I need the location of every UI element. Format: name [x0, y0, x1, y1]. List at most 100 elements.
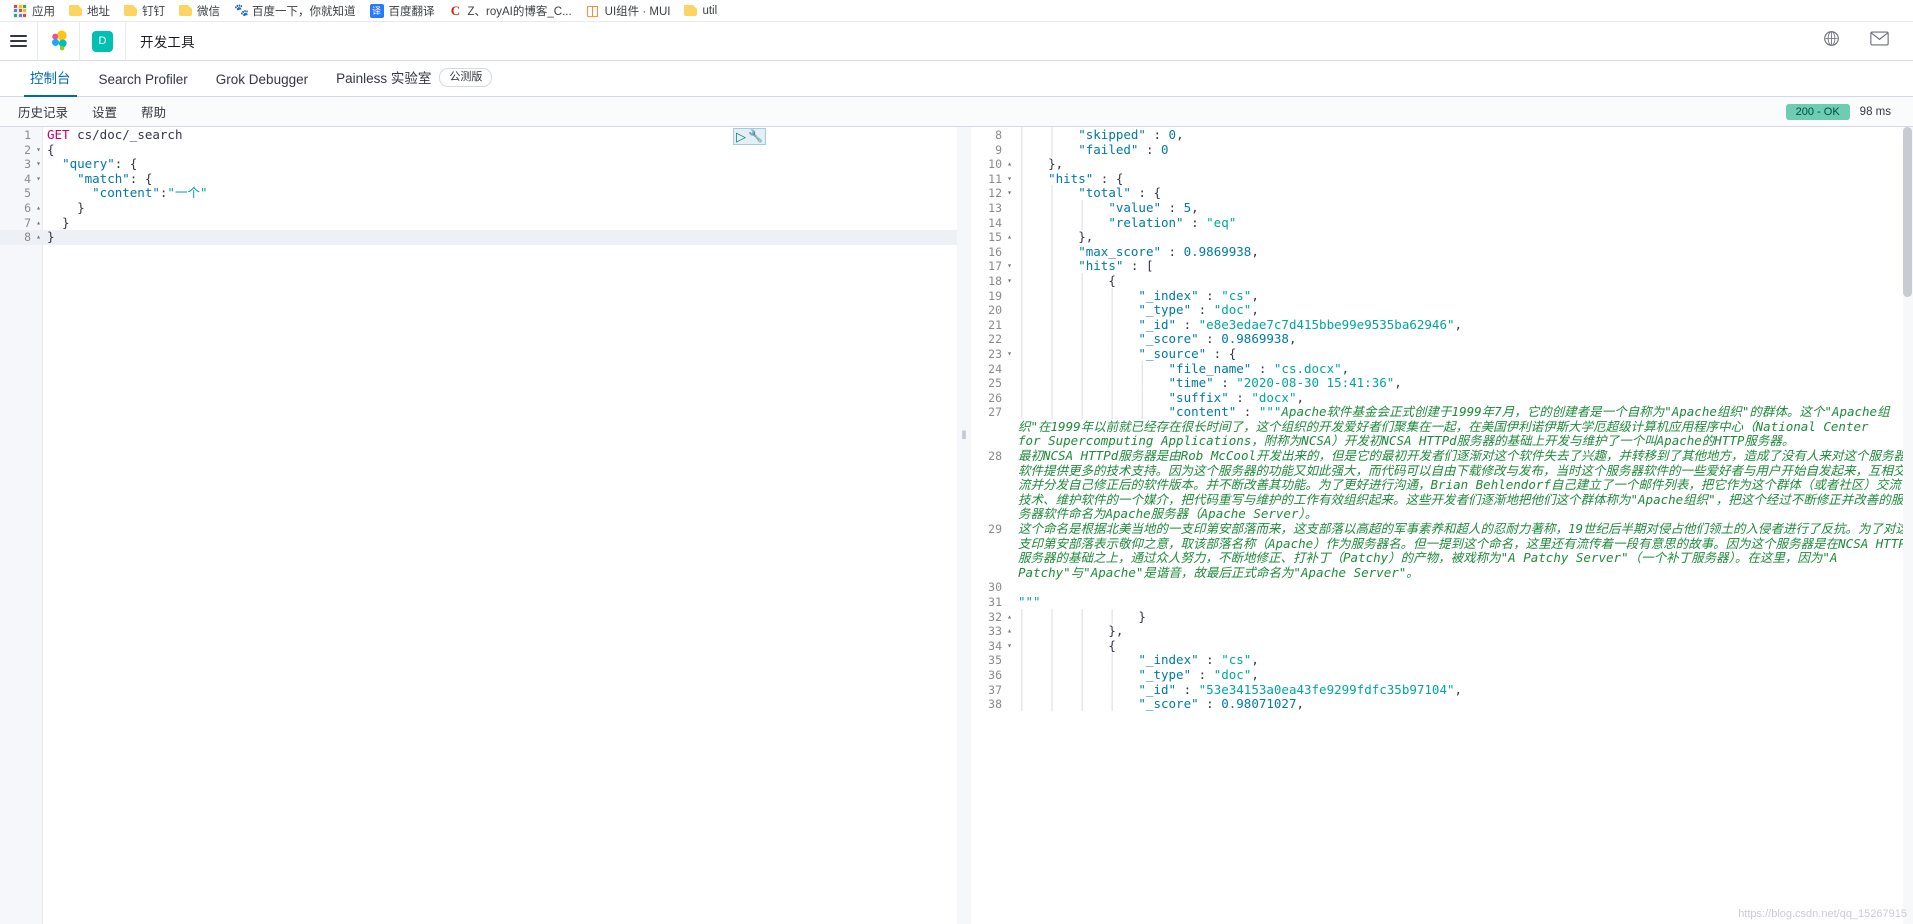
editor-content[interactable]: 1 GET cs/doc/_search 2 ▾{3 ▾ "query": {4 ▾ "m…	[0, 127, 957, 245]
code-text: }	[47, 229, 55, 245]
browser-bookmarks-bar: 应用 地址 钉钉 微信 🐾 百度一下，你就知道 译 百度翻译 C Z、royAI…	[0, 0, 1913, 22]
bookmark-baidu[interactable]: 🐾 百度一下，你就知道	[227, 1, 363, 21]
run-request-controls[interactable]: ▷ 🔧	[733, 128, 766, 145]
code-text: │ │ │ │ "_score" : 0.9869938,	[1018, 331, 1297, 347]
wrench-icon[interactable]: 🔧	[748, 130, 763, 143]
code-text: │ │ │ │ │ "time" : "2020-08-30 15:41:36"…	[1018, 375, 1402, 391]
fold-toggle[interactable]: ▾	[1005, 259, 1014, 274]
folder-icon	[179, 5, 192, 16]
line-number: 25	[988, 376, 1002, 391]
line-number: 15	[988, 230, 1002, 245]
fold-toggle[interactable]: ▾	[1005, 347, 1014, 362]
play-triangle-icon[interactable]: ▷	[736, 130, 746, 143]
code-line: 9 │ │ "failed" : 0	[971, 141, 1913, 158]
code-text: "match": {	[77, 170, 153, 186]
code-text: │ │ "hits" : [	[1018, 258, 1154, 274]
code-text: "query": {	[62, 156, 138, 172]
code-text: │ │ │ │ "_type" : "doc",	[1018, 666, 1259, 682]
line-number: 24	[988, 361, 1002, 376]
folder-icon	[69, 5, 82, 16]
line-number: 4	[24, 171, 31, 186]
tab-label: Grok Debugger	[215, 72, 309, 87]
bookmark-csdn-blog[interactable]: C Z、royAI的博客_C...	[442, 1, 579, 21]
line-number: 35	[988, 653, 1002, 668]
code-text: │ "hits" : {	[1018, 170, 1124, 186]
bookmark-mui[interactable]: ◫ UI组件 · MUI	[579, 1, 678, 21]
code-text: │ │ │ "value" : 5,	[1018, 199, 1199, 215]
code-line: 30	[971, 580, 1913, 595]
code-line: 19 │ │ │ │ "_index" : "cs",	[971, 287, 1913, 304]
tab-console[interactable]: 控制台	[16, 67, 85, 97]
response-scrollbar-thumb[interactable]	[1903, 127, 1912, 297]
line-number: 5	[24, 186, 31, 201]
bookmark-label: 应用	[32, 5, 55, 18]
code-text: │ │ │ │ "_type" : "doc",	[1018, 302, 1259, 318]
console-split: 1 GET cs/doc/_search 2 ▾{3 ▾ "query": {4 ▾ "m…	[0, 127, 1913, 924]
fold-toggle[interactable]: ▴	[1005, 624, 1014, 639]
bookmark-util[interactable]: util	[677, 3, 724, 19]
space-switcher-button[interactable]: D	[80, 21, 126, 61]
response-scrollbar[interactable]	[1903, 127, 1913, 924]
fold-toggle[interactable]: ▴	[34, 230, 43, 245]
code-text: │ │ "max_score" : 0.9869938,	[1018, 243, 1259, 259]
kibana-top-nav: D 开发工具	[0, 21, 1913, 61]
fold-toggle[interactable]: ▴	[34, 216, 43, 231]
tab-painless-lab[interactable]: Painless 实验室 公测版	[322, 67, 506, 96]
code-text: │ │ "failed" : 0	[1018, 141, 1169, 157]
fold-toggle[interactable]: ▾	[1005, 639, 1014, 654]
tab-grok-debugger[interactable]: Grok Debugger	[202, 72, 322, 96]
code-line: 5 "content":"一个"	[0, 186, 957, 201]
code-line: 2 ▾ {	[0, 142, 957, 158]
fold-toggle[interactable]: ▾	[1005, 172, 1014, 187]
mui-icon: ◫	[586, 1, 600, 18]
line-number: 17	[988, 259, 1002, 274]
fold-toggle[interactable]: ▴	[1005, 610, 1014, 625]
bookmark-apps[interactable]: 应用	[6, 1, 62, 21]
bookmark-label: Z、royAI的博客_C...	[467, 5, 572, 18]
fold-toggle[interactable]: ▾	[34, 157, 43, 172]
tab-label: Painless 实验室	[336, 71, 432, 86]
tab-search-profiler[interactable]: Search Profiler	[85, 72, 202, 96]
request-editor-pane[interactable]: 1 GET cs/doc/_search 2 ▾{3 ▾ "query": {4 ▾ "m…	[0, 127, 957, 924]
resizer-grip-icon[interactable]: ‖	[957, 427, 971, 443]
folder-icon	[124, 5, 137, 16]
code-line: 35 │ │ │ │ "_index" : "cs",	[971, 653, 1913, 668]
pane-resizer[interactable]: ‖	[957, 127, 971, 924]
bookmark-baidu-fanyi[interactable]: 译 百度翻译	[363, 1, 442, 21]
fold-toggle[interactable]: ▾	[34, 143, 43, 158]
bookmark-dingding[interactable]: 钉钉	[117, 1, 172, 21]
console-history-button[interactable]: 历史记录	[18, 102, 68, 121]
fold-toggle[interactable]: ▾	[1005, 274, 1014, 289]
hamburger-menu-button[interactable]	[0, 21, 38, 61]
line-number: 23	[988, 346, 1002, 361]
fold-toggle[interactable]: ▴	[1005, 157, 1014, 172]
apps-grid-icon	[13, 3, 27, 18]
line-number: 11	[988, 171, 1002, 186]
response-pane[interactable]: 8 │ │ "skipped" : 0, 9 │ │ "failed" : 0 10 ▴ │…	[971, 127, 1913, 924]
code-text: │ │ "total" : {	[1018, 185, 1162, 201]
fold-toggle[interactable]: ▾	[34, 172, 43, 187]
code-line: 31 """	[971, 594, 1913, 610]
folder-icon	[684, 5, 698, 16]
console-help-button[interactable]: 帮助	[141, 102, 166, 121]
code-line-content: 27 │ │ │ │ │ "content" : """Apache软件基金会正式…	[971, 404, 1913, 449]
code-text: "content":"一个"	[92, 185, 208, 201]
line-number: 3	[24, 157, 31, 172]
line-number: 19	[988, 288, 1002, 303]
line-number: 28	[988, 449, 1002, 464]
help-circle-icon[interactable]	[1823, 30, 1840, 52]
news-mail-icon[interactable]	[1870, 31, 1889, 51]
code-text: │ │ │ │ "_index" : "cs",	[1018, 287, 1259, 303]
line-number: 12	[988, 186, 1002, 201]
fold-toggle[interactable]: ▴	[34, 201, 43, 216]
bookmark-weixin[interactable]: 微信	[172, 1, 227, 21]
code-text: │ │ │ {	[1018, 637, 1116, 653]
status-badge: 200 - OK	[1785, 103, 1850, 120]
fold-toggle[interactable]: ▴	[1005, 230, 1014, 245]
fold-toggle[interactable]: ▾	[1005, 186, 1014, 201]
console-settings-button[interactable]: 设置	[92, 102, 117, 121]
bookmark-dizhi[interactable]: 地址	[62, 1, 117, 21]
line-number: 8	[995, 128, 1002, 142]
elastic-logo-button[interactable]	[38, 21, 80, 61]
line-number: 26	[988, 390, 1002, 405]
